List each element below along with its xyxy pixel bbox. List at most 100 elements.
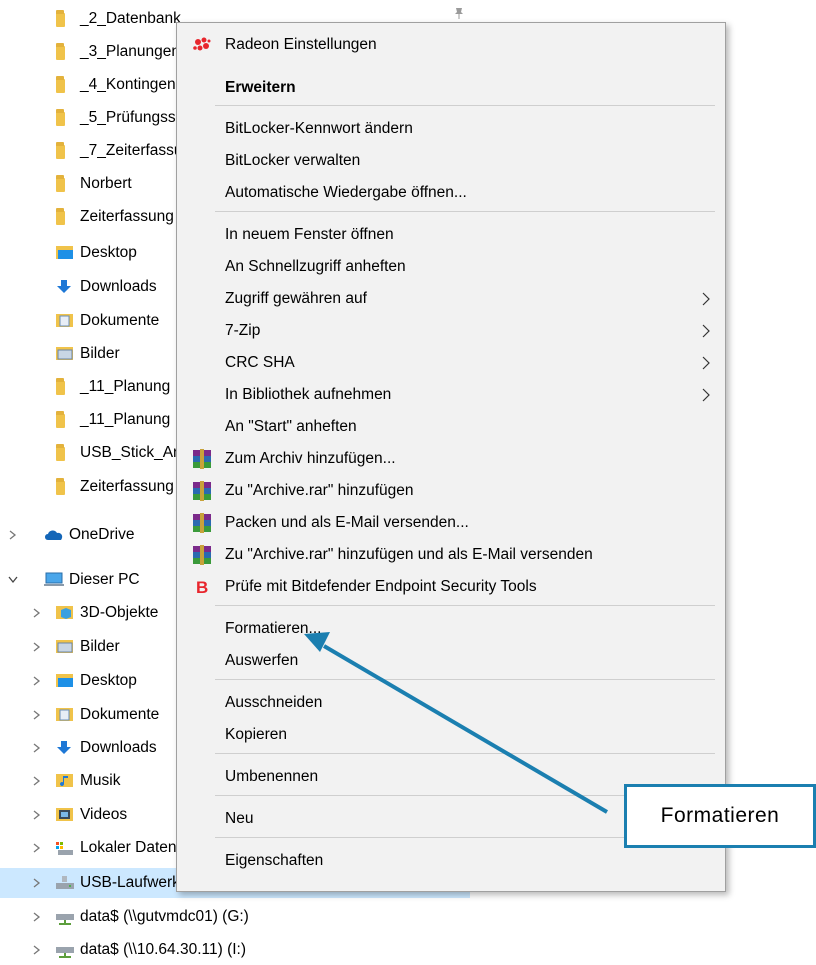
menu-separator <box>215 105 715 106</box>
tree-item-label: Zeiterfassung <box>80 478 174 495</box>
menu-item-label: Umbenennen <box>225 768 319 785</box>
menu-item-properties[interactable]: Eigenschaften <box>177 845 725 877</box>
menu-item-bitlocker-manage[interactable]: BitLocker verwalten <box>177 145 725 177</box>
menu-item-eject[interactable]: Auswerfen <box>177 645 725 677</box>
menu-item-format[interactable]: Formatieren... <box>177 613 725 645</box>
menu-item-pin-quick-access[interactable]: An Schnellzugriff anheften <box>177 251 725 283</box>
documents-folder-icon <box>56 708 73 721</box>
chevron-right-icon[interactable] <box>32 878 42 888</box>
chevron-right-icon <box>702 324 710 338</box>
folder-icon <box>56 109 65 126</box>
menu-item-label: In Bibliothek aufnehmen <box>225 386 392 403</box>
chevron-right-icon[interactable] <box>8 530 18 540</box>
tree-item-label: Musik <box>80 772 121 789</box>
menu-item-label: Eigenschaften <box>225 852 324 869</box>
folder-icon <box>56 43 65 60</box>
menu-item-add-to-archive-rar[interactable]: Zu "Archive.rar" hinzufügen <box>177 475 725 507</box>
chevron-down-icon[interactable] <box>8 575 18 585</box>
pictures-folder-icon <box>56 640 73 653</box>
3d-objects-icon <box>56 606 73 619</box>
menu-item-label: CRC SHA <box>225 354 295 371</box>
chevron-right-icon[interactable] <box>32 676 42 686</box>
menu-item-label: Zum Archiv hinzufügen... <box>225 450 396 467</box>
tree-item-label: Desktop <box>80 672 137 689</box>
folder-icon <box>56 175 65 192</box>
context-menu: Radeon Einstellungen Erweitern BitLocker… <box>176 22 726 892</box>
tree-item-label: 3D-Objekte <box>80 604 159 621</box>
menu-item-give-access[interactable]: Zugriff gewähren auf <box>177 283 725 315</box>
tree-item-label: _7_Zeiterfassu <box>80 142 183 159</box>
chevron-right-icon[interactable] <box>32 642 42 652</box>
tree-item-label: _2_Datenbank <box>80 10 181 27</box>
tree-item-label: data$ (\\10.64.30.11) (I:) <box>80 941 247 958</box>
pin-icon[interactable] <box>452 6 466 20</box>
menu-separator <box>215 753 715 754</box>
menu-item-radeon-settings[interactable]: Radeon Einstellungen <box>177 29 725 61</box>
menu-item-label: Formatieren... <box>225 620 322 637</box>
radeon-icon <box>193 37 211 51</box>
menu-item-autoplay[interactable]: Automatische Wiedergabe öffnen... <box>177 177 725 209</box>
pictures-folder-icon <box>56 347 73 360</box>
menu-item-7zip[interactable]: 7-Zip <box>177 315 725 347</box>
menu-item-label: Erweitern <box>225 79 296 96</box>
folder-icon <box>56 444 65 461</box>
menu-item-label: Zu "Archive.rar" hinzufügen und als E-Ma… <box>225 546 593 563</box>
chevron-right-icon <box>702 356 710 370</box>
menu-item-pack-and-email[interactable]: Packen und als E-Mail versenden... <box>177 507 725 539</box>
tree-item-label: _11_Planung <box>80 378 171 395</box>
folder-icon <box>56 208 65 225</box>
folder-icon <box>56 142 65 159</box>
tree-item-label: OneDrive <box>69 526 135 543</box>
menu-item-crc-sha[interactable]: CRC SHA <box>177 347 725 379</box>
downloads-folder-icon <box>57 280 71 293</box>
local-disk-icon <box>56 842 73 855</box>
chevron-right-icon[interactable] <box>32 608 42 618</box>
tree-item-label: Downloads <box>80 739 157 756</box>
menu-item-pin-to-start[interactable]: An "Start" anheften <box>177 411 725 443</box>
menu-item-label: BitLocker-Kennwort ändern <box>225 120 413 137</box>
tree-item-label: Bilder <box>80 638 120 655</box>
folder-icon <box>56 478 65 495</box>
chevron-right-icon[interactable] <box>32 810 42 820</box>
tree-item-label: _11_Planung <box>80 411 171 428</box>
tree-item-label: Dokumente <box>80 706 160 723</box>
chevron-right-icon[interactable] <box>32 945 42 955</box>
tree-item-label: Zeiterfassung <box>80 208 174 225</box>
chevron-right-icon[interactable] <box>32 743 42 753</box>
menu-item-add-to-archive[interactable]: Zum Archiv hinzufügen... <box>177 443 725 475</box>
menu-item-copy[interactable]: Kopieren <box>177 719 725 751</box>
chevron-right-icon[interactable] <box>32 710 42 720</box>
chevron-right-icon[interactable] <box>32 843 42 853</box>
tree-item-network-drive[interactable]: data$ (\\10.64.30.11) (I:) <box>0 935 470 965</box>
tree-item-network-drive[interactable]: data$ (\\gutvmdc01) (G:) <box>0 902 470 932</box>
tree-item-label: Downloads <box>80 278 157 295</box>
menu-item-cut[interactable]: Ausschneiden <box>177 687 725 719</box>
menu-item-open-new-window[interactable]: In neuem Fenster öffnen <box>177 219 725 251</box>
network-drive-icon <box>56 914 74 925</box>
menu-item-add-rar-and-email[interactable]: Zu "Archive.rar" hinzufügen und als E-Ma… <box>177 539 725 571</box>
desktop-folder-icon <box>56 246 73 259</box>
menu-item-label: An "Start" anheften <box>225 418 357 435</box>
bitdefender-icon: B <box>196 578 208 597</box>
menu-item-expand[interactable]: Erweitern <box>177 72 725 104</box>
menu-item-label: Zu "Archive.rar" hinzufügen <box>225 482 414 499</box>
annotation-callout: Formatieren <box>624 784 816 848</box>
menu-item-label: Auswerfen <box>225 652 299 669</box>
computer-icon <box>44 572 64 586</box>
menu-item-include-in-library[interactable]: In Bibliothek aufnehmen <box>177 379 725 411</box>
winrar-icon <box>193 449 211 469</box>
menu-item-bitlocker-change-password[interactable]: BitLocker-Kennwort ändern <box>177 113 725 145</box>
tree-item-label: Videos <box>80 806 128 823</box>
folder-icon <box>56 10 65 27</box>
tree-item-label: Norbert <box>80 175 132 192</box>
menu-item-label: 7-Zip <box>225 322 261 339</box>
menu-item-label: Radeon Einstellungen <box>225 36 377 53</box>
menu-item-label: An Schnellzugriff anheften <box>225 258 406 275</box>
desktop-folder-icon <box>56 674 73 687</box>
chevron-right-icon[interactable] <box>32 912 42 922</box>
music-folder-icon <box>56 774 73 787</box>
winrar-icon <box>193 481 211 501</box>
chevron-right-icon[interactable] <box>32 776 42 786</box>
menu-item-label: Kopieren <box>225 726 288 743</box>
menu-item-bitdefender-scan[interactable]: B Prüfe mit Bitdefender Endpoint Securit… <box>177 571 725 603</box>
